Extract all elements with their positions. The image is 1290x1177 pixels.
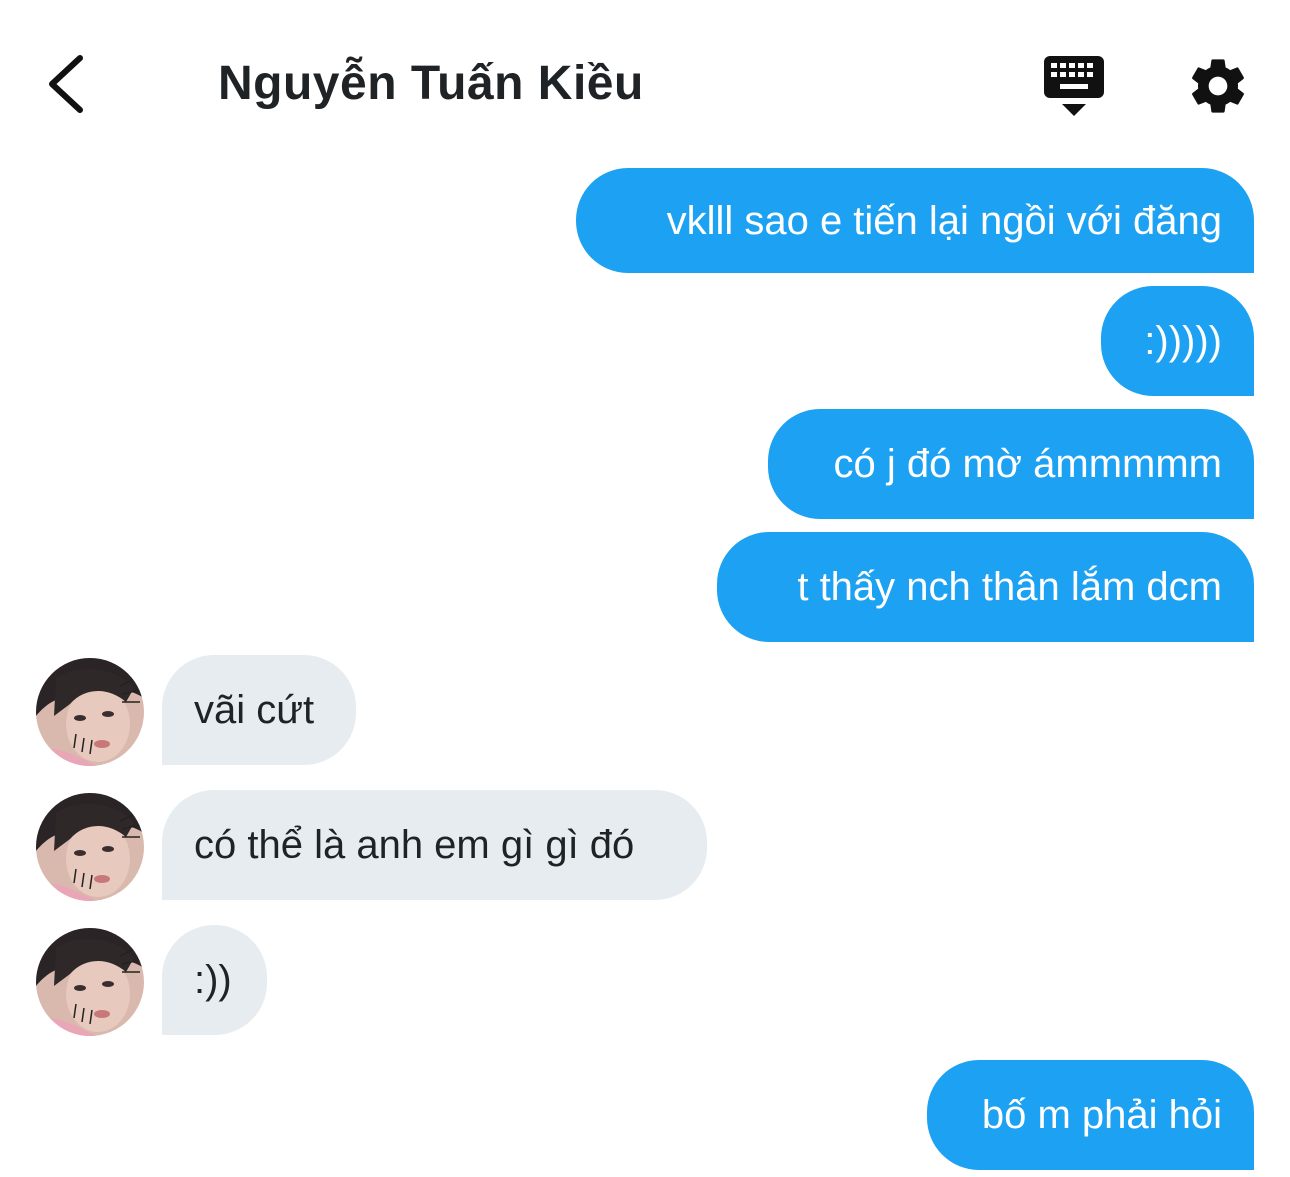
- message-text: :))))): [1144, 319, 1222, 363]
- chevron-left-icon: [49, 55, 83, 113]
- dm-conversation-screen: Nguyễn Tuấn Kiều vklll sao e tiến lại ng…: [0, 0, 1290, 1177]
- message-text: có j đó mờ ámmmmm: [833, 442, 1222, 486]
- keyboard-button[interactable]: [1040, 54, 1108, 120]
- message-bubble-outgoing[interactable]: :))))): [1101, 286, 1254, 396]
- message-text: vklll sao e tiến lại ngồi với đăng: [666, 198, 1222, 243]
- avatar[interactable]: [36, 793, 144, 901]
- back-button[interactable]: [38, 48, 98, 120]
- profile-photo: [36, 793, 144, 901]
- avatar[interactable]: [36, 658, 144, 766]
- message-text: t thấy nch thân lắm dcm: [797, 565, 1222, 609]
- message-bubble-outgoing[interactable]: t thấy nch thân lắm dcm: [717, 532, 1254, 642]
- message-text: :)): [194, 958, 232, 1002]
- conversation-header: Nguyễn Tuấn Kiều: [0, 0, 1290, 150]
- profile-photo: [36, 658, 144, 766]
- gear-icon: [1192, 59, 1244, 113]
- message-bubble-outgoing[interactable]: bố m phải hỏi: [927, 1060, 1254, 1170]
- avatar[interactable]: [36, 928, 144, 1036]
- message-bubble-outgoing[interactable]: có j đó mờ ámmmmm: [768, 409, 1254, 519]
- settings-button[interactable]: [1186, 54, 1250, 118]
- message-bubble-incoming[interactable]: :)): [162, 925, 267, 1035]
- keyboard-icon: [1044, 56, 1104, 116]
- profile-photo: [36, 928, 144, 1036]
- message-text: bố m phải hỏi: [981, 1093, 1222, 1137]
- message-text: vãi cứt: [194, 688, 315, 732]
- message-bubble-incoming[interactable]: vãi cứt: [162, 655, 356, 765]
- message-text: có thể là anh em gì gì đó: [194, 823, 635, 867]
- conversation-title[interactable]: Nguyễn Tuấn Kiều: [218, 56, 644, 111]
- message-bubble-outgoing[interactable]: vklll sao e tiến lại ngồi với đăng: [576, 168, 1254, 273]
- message-bubble-incoming[interactable]: có thể là anh em gì gì đó: [162, 790, 707, 900]
